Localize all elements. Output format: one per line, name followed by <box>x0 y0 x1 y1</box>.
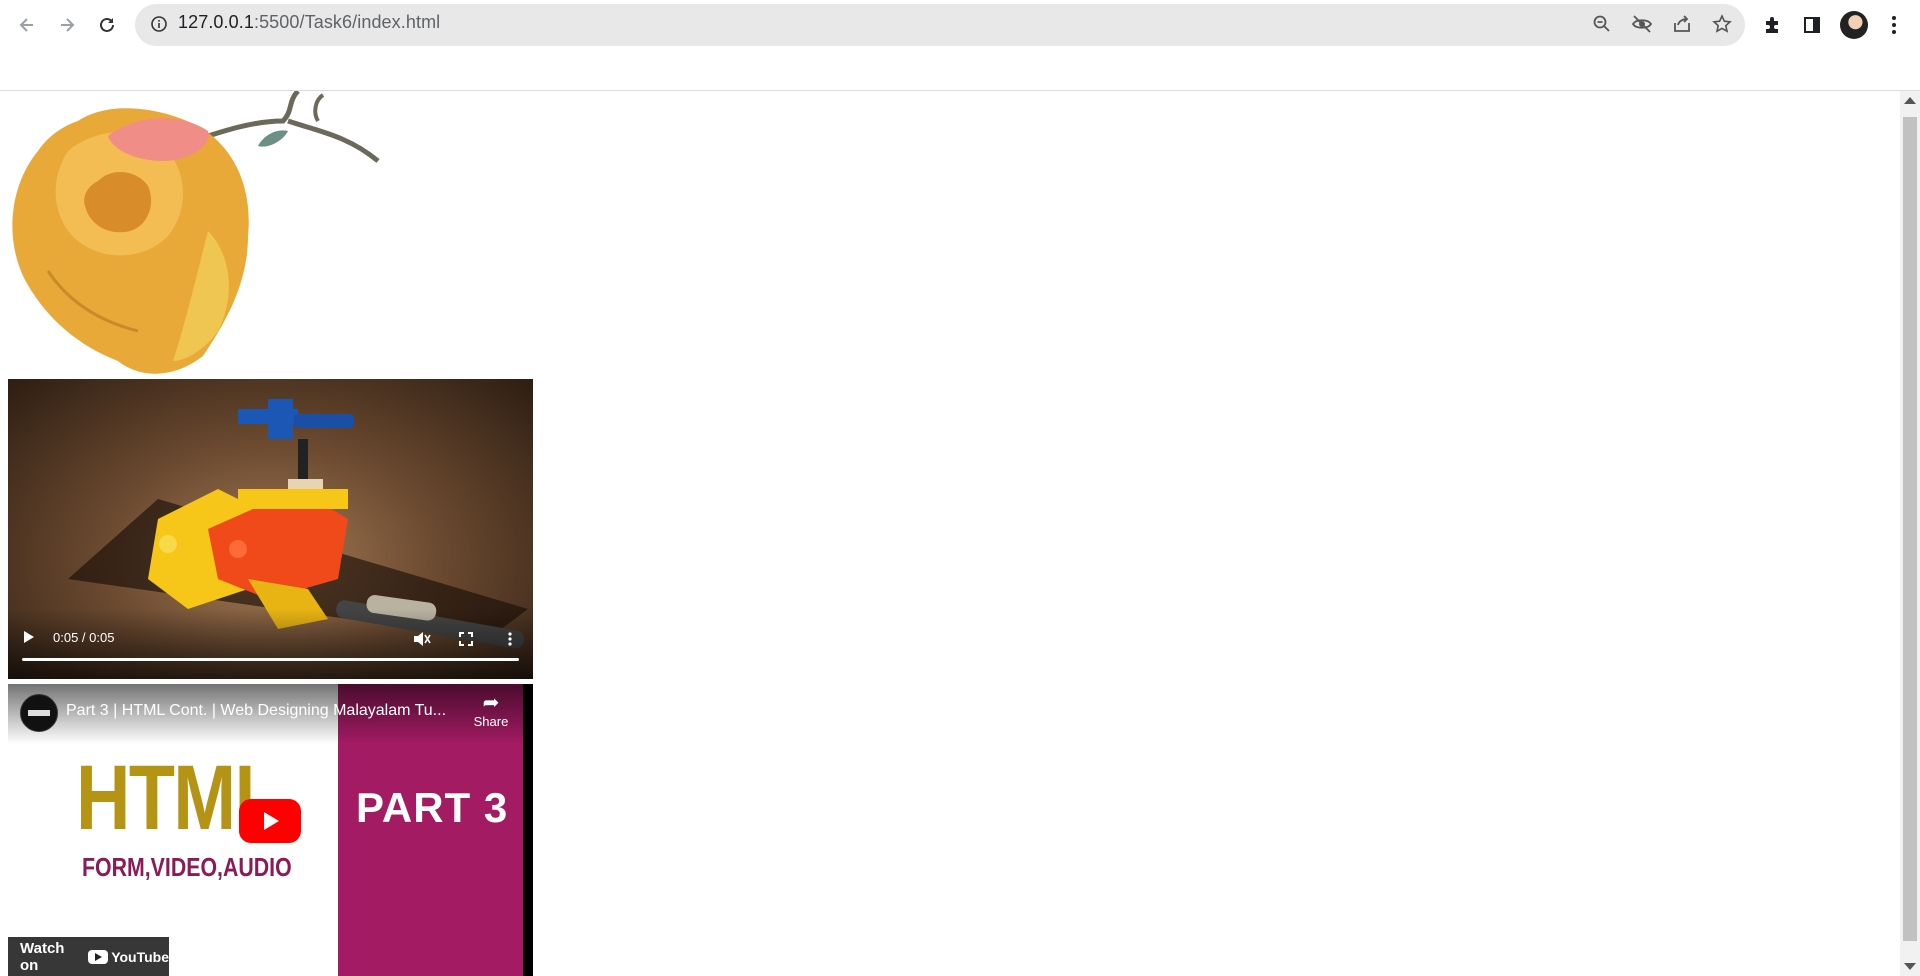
youtube-play-button[interactable] <box>239 799 301 843</box>
reload-icon <box>100 17 114 32</box>
extensions-icon[interactable] <box>1757 10 1787 40</box>
youtube-video-title[interactable]: Part 3 | HTML Cont. | Web Designing Mala… <box>66 702 446 720</box>
arrow-right-icon <box>61 18 75 32</box>
fullscreen-icon[interactable] <box>456 629 476 649</box>
eye-off-icon[interactable] <box>1630 12 1654 36</box>
youtube-brand-label: YouTube <box>111 949 169 965</box>
share-label: Share <box>473 714 509 729</box>
mute-icon[interactable] <box>412 629 432 649</box>
info-icon[interactable] <box>150 15 168 33</box>
profile-avatar[interactable] <box>1840 11 1868 39</box>
scroll-thumb[interactable] <box>1903 117 1917 941</box>
zoom-icon[interactable] <box>1590 12 1614 36</box>
scroll-down-icon[interactable] <box>1904 963 1916 970</box>
watch-on-label: Watch on <box>20 940 65 974</box>
youtube-logo-icon <box>88 950 109 964</box>
video-progress-bar[interactable] <box>22 658 519 661</box>
star-icon[interactable] <box>1710 12 1734 36</box>
play-icon[interactable] <box>24 631 34 643</box>
forward-button[interactable] <box>52 10 82 40</box>
side-panel-icon[interactable] <box>1797 10 1827 40</box>
video-time: 0:05 / 0:05 <box>53 630 115 645</box>
url-host: 127.0.0.1 <box>178 12 254 32</box>
html5-video-player[interactable]: 0:05 / 0:05 <box>8 379 533 679</box>
share-icon[interactable] <box>1670 12 1694 36</box>
toolbar-spacer <box>0 50 1920 91</box>
scroll-up-icon[interactable] <box>1904 97 1916 104</box>
watch-on-youtube-button[interactable]: Watch on YouTube <box>8 937 169 976</box>
url-text[interactable]: 127.0.0.1:5500/Task6/index.html <box>178 12 440 33</box>
reload-button[interactable] <box>92 10 122 40</box>
more-options-icon[interactable] <box>500 629 520 649</box>
thumbnail-part-label: PART 3 <box>356 784 509 831</box>
youtube-embed[interactable]: HTML FORM,VIDEO,AUDIO PART 3 Part 3 | HT… <box>8 684 533 976</box>
youtube-logo: YouTube <box>88 949 169 965</box>
url-path: :5500/Task6/index.html <box>253 12 441 32</box>
more-menu-icon[interactable] <box>1879 10 1909 40</box>
channel-avatar[interactable] <box>20 694 58 732</box>
thumbnail-subtitle: FORM,VIDEO,AUDIO <box>82 852 292 882</box>
arrow-left-icon <box>19 18 33 32</box>
page-viewport: 0:05 / 0:05 HTML FORM,VIDEO,AUDIO PART 3… <box>0 91 1900 976</box>
rose-image <box>12 91 380 374</box>
share-arrow-icon: ➦ <box>482 692 500 714</box>
youtube-share-button[interactable]: ➦ Share <box>466 692 516 729</box>
browser-toolbar: 127.0.0.1:5500/Task6/index.html <box>0 0 1920 50</box>
video-controls: 0:05 / 0:05 <box>8 609 533 679</box>
vertical-scrollbar[interactable] <box>1900 91 1920 976</box>
back-button[interactable] <box>12 10 42 40</box>
